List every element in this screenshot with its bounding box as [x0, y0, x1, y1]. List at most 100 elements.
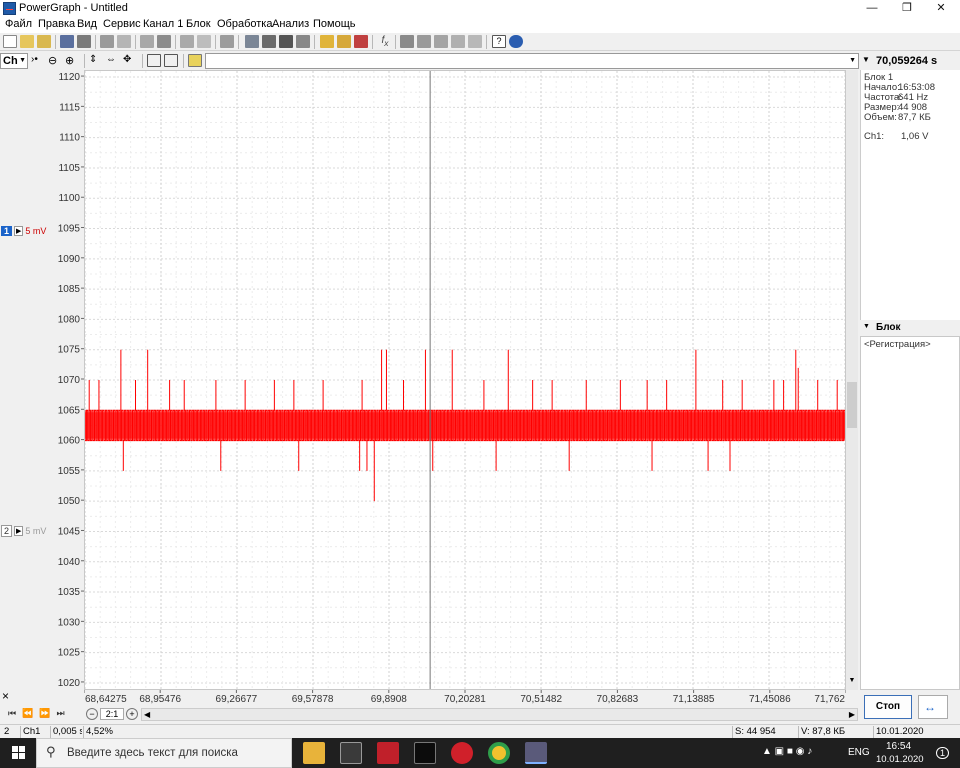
mode-button[interactable]: ↔	[918, 695, 948, 719]
x-tick-label: 69,26677	[216, 694, 258, 705]
help-icon[interactable]: ?	[492, 35, 506, 48]
formula-combo[interactable]: ▼	[205, 53, 859, 69]
vertical-scale-icon[interactable]: ⇕	[89, 54, 103, 67]
y-axis: 1120 1115 1110 1105 1100 1095 1090 1085 1080 1075…	[58, 72, 84, 689]
vertical-scrollbar[interactable]: ▼	[846, 70, 858, 690]
device-icon[interactable]	[245, 35, 259, 48]
zoom-analysis-icon[interactable]	[417, 35, 431, 48]
web-icon[interactable]	[509, 35, 523, 48]
open-folder-icon[interactable]	[20, 35, 34, 48]
stop-button[interactable]: Стоп	[864, 695, 912, 719]
menu-channel-1[interactable]: Канал 1	[143, 18, 183, 30]
channel-2-scale: 5 mV	[25, 525, 47, 536]
histogram-icon[interactable]	[468, 35, 482, 48]
scroll-right-icon[interactable]: ▶	[849, 710, 855, 719]
menu-file[interactable]: Файл	[5, 18, 32, 30]
print-icon[interactable]	[100, 35, 114, 48]
calculator-icon[interactable]	[340, 742, 362, 764]
open-recent-icon[interactable]	[37, 35, 51, 48]
spectrum-icon[interactable]	[434, 35, 448, 48]
next-icon[interactable]: ⏩	[39, 708, 56, 718]
y-tick-label: 1100	[58, 193, 80, 204]
full-view-icon[interactable]	[164, 54, 178, 67]
paste-special-icon[interactable]	[197, 35, 211, 48]
annotate-icon[interactable]	[337, 35, 351, 48]
channel-1-scale: 5 mV	[25, 225, 47, 236]
arrows-icon: ↔	[924, 700, 936, 714]
menu-processing[interactable]: Обработка	[217, 18, 272, 30]
menu-block[interactable]: Блок	[186, 18, 211, 30]
channel-1-marker[interactable]: 1 ▶ 5 mV	[1, 225, 46, 236]
chrome-icon[interactable]	[488, 742, 510, 764]
x-tick-label: 68,64275	[85, 694, 127, 705]
close-window-button[interactable]: ✕	[924, 0, 958, 17]
zoom-plus-icon[interactable]: +	[126, 708, 138, 720]
menu-help[interactable]: Помощь	[313, 18, 356, 30]
scroll-down-icon[interactable]: ▼	[847, 677, 857, 687]
horizontal-scale-icon[interactable]: ⇔	[106, 54, 120, 67]
zoom-minus-icon[interactable]: −	[86, 708, 98, 720]
x-tick-label: 69,57878	[292, 694, 334, 705]
minimize-button[interactable]: —	[855, 0, 889, 17]
function-icon[interactable]: fx	[378, 35, 392, 48]
channel-2-marker[interactable]: 2 ▶ 5 mV	[1, 524, 47, 537]
cursor-arrow-icon[interactable]: ›•	[31, 54, 45, 67]
print-preview-icon[interactable]	[117, 35, 131, 48]
channel-1-number: 1	[1, 225, 13, 236]
y-tick-label: 1105	[58, 163, 80, 174]
terminal-icon[interactable]	[414, 742, 436, 764]
copy-icon[interactable]	[157, 35, 171, 48]
paste-icon[interactable]	[180, 35, 194, 48]
new-file-icon[interactable]	[3, 35, 17, 48]
save-as-icon[interactable]	[77, 35, 91, 48]
menu-analysis[interactable]: Анализ	[272, 18, 309, 30]
fit-icon[interactable]: ✥	[123, 54, 137, 67]
marker-flag-icon[interactable]	[188, 54, 202, 67]
recorder-icon[interactable]	[262, 35, 276, 48]
block-list-item[interactable]: <Регистрация>	[864, 339, 931, 350]
taskbar-search-box[interactable]: ⚲ Введите здесь текст для поиска	[36, 738, 292, 768]
battery-icon[interactable]	[296, 35, 310, 48]
cut-icon[interactable]	[140, 35, 154, 48]
app-red-icon[interactable]	[377, 742, 399, 764]
menu-view[interactable]: Вид	[77, 18, 97, 30]
tray-language[interactable]: ENG	[848, 747, 870, 758]
prev-icon[interactable]: ⏪	[22, 708, 39, 718]
close-icon[interactable]: ×	[2, 689, 9, 703]
chevron-down-icon[interactable]: ▼	[862, 55, 876, 68]
tray-icons[interactable]: ▲ ▣ ■ ◉ ♪	[762, 746, 812, 757]
last-icon[interactable]: ⏭	[57, 708, 71, 718]
edit-pen-icon[interactable]	[320, 35, 334, 48]
powergraph-taskbar-icon[interactable]	[525, 742, 547, 764]
maximize-button[interactable]: ❐	[890, 0, 924, 17]
first-icon[interactable]: ⏮	[8, 708, 22, 718]
file-explorer-icon[interactable]	[303, 742, 325, 764]
channel-select[interactable]: Ch ▼	[0, 53, 28, 69]
notifications-icon[interactable]: 1	[936, 747, 950, 759]
chevron-down-icon[interactable]: ▼	[863, 323, 870, 330]
table-icon[interactable]	[400, 35, 414, 48]
zoom-in-icon[interactable]: ⊕	[65, 54, 79, 67]
signal-plot[interactable]	[84, 70, 846, 690]
toolbar-separator	[55, 35, 56, 49]
opera-icon[interactable]	[451, 742, 473, 764]
zoom-out-icon[interactable]: ⊖	[48, 54, 62, 67]
menu-service[interactable]: Сервис	[103, 18, 141, 30]
signal-chart[interactable]	[84, 71, 846, 689]
channel-2-expand-icon[interactable]: ▶	[14, 525, 24, 536]
windows-start-icon[interactable]	[12, 746, 26, 760]
delete-icon[interactable]	[220, 35, 234, 48]
save-icon[interactable]	[60, 35, 74, 48]
marker-icon[interactable]	[354, 35, 368, 48]
scroll-left-icon[interactable]: ◀	[144, 710, 150, 719]
x-tick-label: 71,45086	[749, 694, 791, 705]
fit-window-icon[interactable]	[147, 54, 161, 67]
graph-icon[interactable]	[451, 35, 465, 48]
menu-edit[interactable]: Правка	[38, 18, 75, 30]
channel-1-expand-icon[interactable]: ▶	[14, 225, 24, 236]
camera-icon[interactable]	[279, 35, 293, 48]
tray-date[interactable]: 10.01.2020	[876, 754, 924, 765]
horizontal-scrollbar[interactable]: ◀ ▶	[141, 708, 858, 721]
tray-time[interactable]: 16:54	[886, 741, 911, 752]
vertical-scrollbar-thumb[interactable]	[847, 382, 857, 428]
